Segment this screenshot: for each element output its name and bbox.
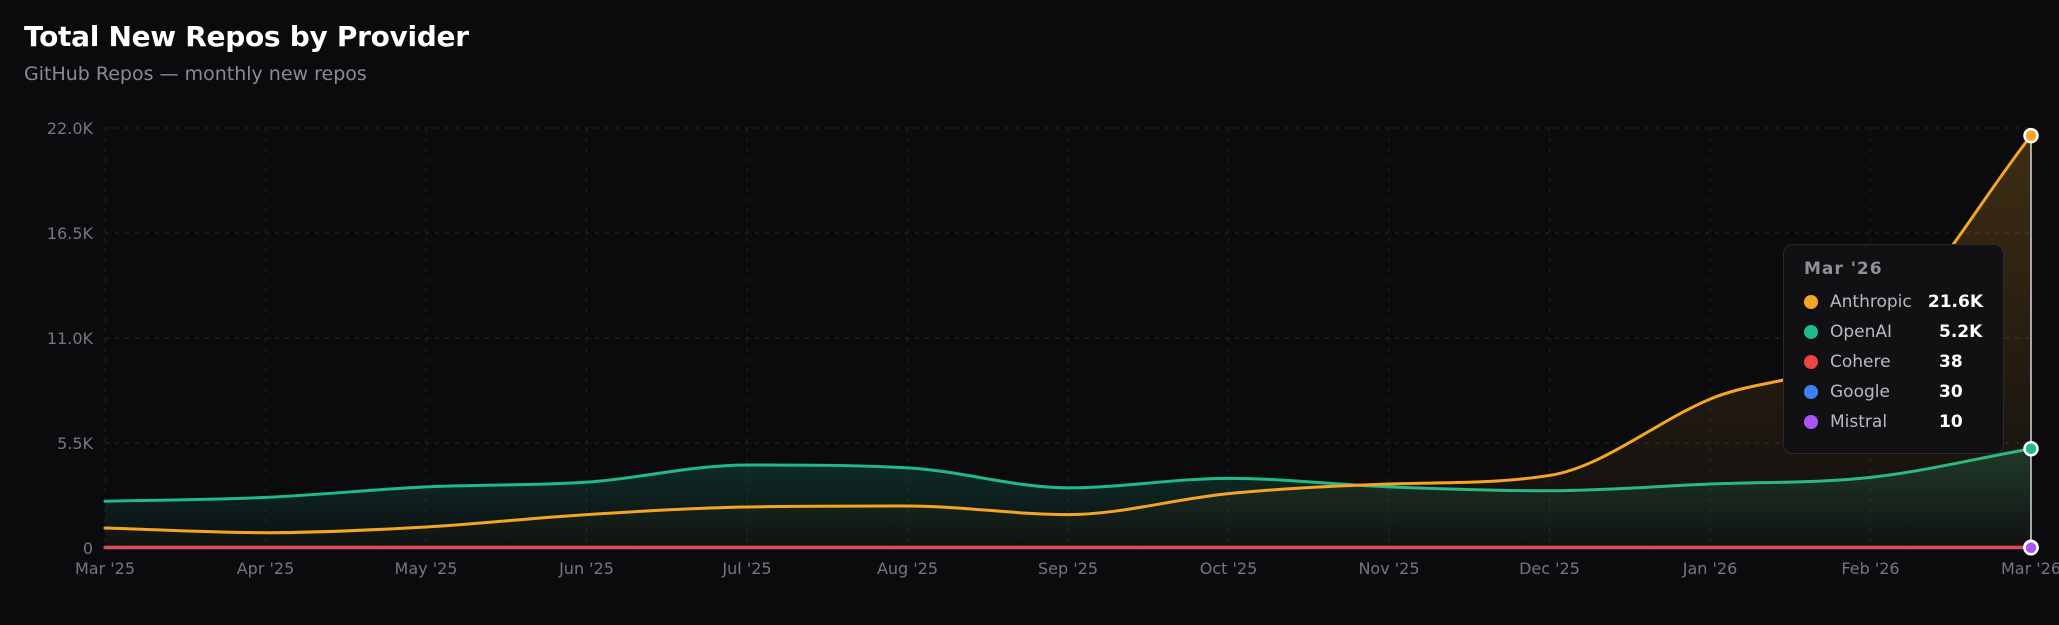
tooltip-title: Mar '26 xyxy=(1804,259,1883,279)
x-tick-label: Apr '25 xyxy=(237,559,295,578)
x-tick-label: Jul '25 xyxy=(721,559,771,578)
x-tick-label: Oct '25 xyxy=(1200,559,1258,578)
x-tick-label: Dec '25 xyxy=(1519,559,1580,578)
tooltip-series-name: Anthropic xyxy=(1830,292,1912,312)
mistral-hover-point xyxy=(2023,540,2039,556)
x-tick-label: Nov '25 xyxy=(1358,559,1419,578)
y-tick-label: 16.5K xyxy=(47,224,94,243)
x-tick-label: Sep '25 xyxy=(1038,559,1098,578)
x-tick-label: Feb '26 xyxy=(1841,559,1899,578)
tooltip-series-name: OpenAI xyxy=(1830,322,1893,342)
chart-tooltip: Mar '26 Anthropic 21.6K OpenAI 5.2K Cohe… xyxy=(1783,244,2004,454)
y-tick-label: 5.5K xyxy=(57,434,93,453)
openai-hover-point xyxy=(2023,440,2039,457)
x-tick-label: May '25 xyxy=(395,559,458,578)
anthropic-hover-point xyxy=(2023,127,2039,144)
y-tick-label: 0 xyxy=(83,539,93,558)
tooltip-row-google: Google 30 xyxy=(1804,377,1983,407)
tooltip-series-name: Google xyxy=(1830,382,1890,402)
cohere-swatch xyxy=(1804,355,1818,369)
x-tick-label: Jan '26 xyxy=(1682,559,1738,578)
anthropic-swatch xyxy=(1804,295,1818,309)
tooltip-row-anthropic: Anthropic 21.6K xyxy=(1804,287,1983,317)
tooltip-row-cohere: Cohere 38 xyxy=(1804,347,1983,377)
x-tick-label: Aug '25 xyxy=(877,559,938,578)
mistral-swatch xyxy=(1804,415,1818,429)
x-tick-label: Mar '26 xyxy=(2001,559,2059,578)
tooltip-row-openai: OpenAI 5.2K xyxy=(1804,317,1983,347)
tooltip-series-value: 21.6K xyxy=(1927,292,1983,312)
tooltip-series-name: Mistral xyxy=(1830,412,1888,432)
y-axis: 0 5.5K 11.0K 16.5K 22.0K xyxy=(47,119,94,558)
x-axis: Mar '25 Apr '25 May '25 Jun '25 Jul '25 Aug '… xyxy=(75,559,2059,578)
google-swatch xyxy=(1804,385,1818,399)
tooltip-series-value: 10 xyxy=(1939,412,1963,432)
tooltip-row-mistral: Mistral 10 xyxy=(1804,407,1983,437)
tooltip-series-value: 30 xyxy=(1939,382,1963,402)
openai-swatch xyxy=(1804,325,1818,339)
tooltip-series-value: 38 xyxy=(1939,352,1963,372)
y-tick-label: 11.0K xyxy=(47,329,94,348)
area-chart[interactable]: 0 5.5K 11.0K 16.5K 22.0K Mar '25 Apr '25 May '… xyxy=(0,0,2059,625)
x-tick-label: Jun '25 xyxy=(558,559,614,578)
x-tick-label: Mar '25 xyxy=(75,559,135,578)
tooltip-series-value: 5.2K xyxy=(1939,322,1983,342)
y-tick-label: 22.0K xyxy=(47,119,94,138)
tooltip-series-name: Cohere xyxy=(1830,352,1891,372)
